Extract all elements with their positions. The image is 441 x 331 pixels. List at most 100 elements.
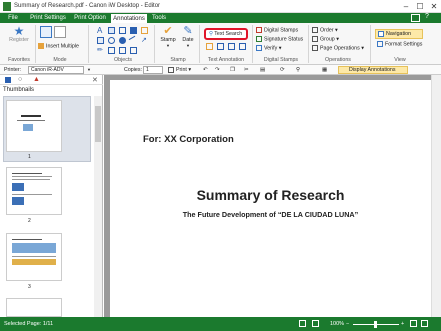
display-annotations-toggle[interactable]: Display Annotations — [338, 66, 408, 74]
thumb-line — [12, 194, 52, 195]
cut-icon[interactable]: ✂ — [244, 66, 248, 74]
thumbnail-page-3[interactable] — [6, 233, 62, 281]
comment-icon[interactable]: ○ — [18, 76, 22, 83]
thumb-line — [17, 120, 45, 121]
settings-icon[interactable] — [411, 14, 420, 22]
group-label-digital-stamps: Digital Stamps — [263, 57, 299, 63]
strikeout-text-icon[interactable] — [228, 43, 235, 50]
group-label-favorites: Favorites — [8, 57, 30, 63]
tab-print-option[interactable]: Print Option — [71, 13, 109, 23]
thumb-line — [12, 239, 42, 240]
copy-icon[interactable]: ❐ — [230, 66, 235, 74]
fit-width-icon[interactable] — [421, 320, 428, 327]
redo-icon[interactable]: ↷ — [215, 66, 219, 74]
select-mode-icon[interactable] — [40, 26, 52, 38]
stamp-button[interactable]: ✔ Stamp ▼ — [158, 25, 178, 48]
textbox-icon[interactable] — [108, 27, 115, 34]
divider — [88, 25, 89, 63]
format-settings-label: Format Settings — [385, 41, 423, 48]
divider — [35, 25, 36, 63]
format-settings-button[interactable]: Format Settings — [377, 41, 422, 47]
pen-icon[interactable]: ✏ — [97, 47, 104, 54]
order-icon — [312, 27, 318, 33]
image-icon[interactable] — [141, 27, 148, 34]
printer-select[interactable]: Canon iR-ADV — [28, 66, 84, 74]
group-label-view: View — [394, 57, 406, 63]
rotate-icon[interactable]: ⟳ — [280, 66, 284, 74]
signature-status-label: Signature Status — [264, 36, 304, 43]
document-page: For: XX Corporation Summary of Research … — [110, 80, 431, 317]
rectangle-icon[interactable] — [119, 27, 126, 34]
text-search-button[interactable]: ⚲ Text Search — [204, 28, 248, 40]
close-pane-icon[interactable]: ✕ — [92, 76, 98, 84]
filled-ellipse-icon[interactable] — [119, 37, 126, 44]
copies-field[interactable]: 1 — [143, 66, 163, 74]
arrow-icon[interactable]: ↗ — [141, 37, 148, 44]
highlight-icon[interactable] — [97, 37, 104, 44]
undo-icon[interactable]: ↶ — [203, 66, 207, 74]
signature-status-button[interactable]: Signature Status — [256, 36, 303, 42]
thumb-line — [12, 256, 56, 257]
thumbnail-scrollbar[interactable] — [94, 96, 102, 317]
zoom-slider-handle[interactable] — [374, 321, 377, 328]
view-options-icon[interactable]: ▦ — [322, 66, 327, 74]
close-button[interactable]: ✕ — [427, 0, 441, 13]
date-button[interactable]: ✎ Date ▼ — [180, 25, 196, 48]
tab-annotations[interactable]: Annotations — [110, 13, 148, 23]
help-icon[interactable]: ? — [425, 13, 429, 20]
text-note-icon[interactable] — [239, 43, 246, 50]
underline-text-icon[interactable] — [217, 43, 224, 50]
page-operations-icon — [312, 45, 318, 51]
zoom-in-icon[interactable]: + — [401, 321, 404, 327]
fit-page-icon[interactable] — [410, 320, 417, 327]
maximize-button[interactable]: ☐ — [413, 0, 427, 13]
zoom-icon[interactable]: ⚲ — [296, 66, 300, 74]
tab-print-settings[interactable]: Print Settings — [27, 13, 69, 23]
page-operations-button[interactable]: Page Operations ▾ — [312, 45, 364, 51]
scroll-thumb[interactable] — [95, 106, 101, 142]
navigation-button[interactable]: Navigation — [375, 29, 423, 39]
chevron-down-icon[interactable]: ▼ — [87, 66, 91, 74]
zoom-out-icon[interactable]: − — [346, 321, 349, 327]
divider — [370, 25, 371, 63]
insert-multiple-button[interactable]: Insert Multiple — [38, 43, 79, 49]
thumbnail-page-1[interactable] — [6, 100, 62, 152]
tab-tools[interactable]: Tools — [150, 13, 168, 23]
group-label: Group — [320, 36, 335, 43]
digital-stamps-button[interactable]: Digital Stamps — [256, 27, 298, 33]
register-button[interactable]: ★ Register — [8, 25, 30, 43]
chevron-down-icon: ▼ — [186, 43, 190, 48]
minimize-button[interactable]: – — [399, 0, 413, 13]
continuous-view-icon[interactable] — [312, 320, 319, 327]
highlight-text-icon[interactable] — [206, 43, 213, 50]
document-heading: Summary of Research — [196, 187, 345, 203]
print-button[interactable]: Print ▾ — [168, 66, 191, 74]
link-icon[interactable] — [119, 47, 126, 54]
order-button[interactable]: Order ▾ — [312, 27, 338, 33]
verify-button[interactable]: Verify ▾ — [256, 45, 281, 51]
group-label-text-annotation: Text Annotation — [207, 57, 245, 63]
copies-label: Copies: — [124, 67, 142, 73]
document-scrollbar[interactable] — [431, 75, 441, 317]
thumbnails-tab-icon[interactable] — [5, 77, 11, 83]
text-object-icon[interactable]: A — [97, 26, 102, 35]
group-button[interactable]: Group ▾ — [312, 36, 339, 42]
single-page-view-icon[interactable] — [299, 320, 306, 327]
thumbnail-page-2[interactable] — [6, 167, 62, 215]
menu-tabs: File Print Settings Print Option Annotat… — [0, 13, 441, 23]
bookmark-icon[interactable]: ▲ — [33, 76, 40, 83]
ellipse-icon[interactable] — [108, 37, 115, 44]
digital-stamps-label: Digital Stamps — [264, 27, 299, 34]
line-icon[interactable] — [128, 35, 139, 46]
polygon-icon[interactable] — [108, 47, 115, 54]
sticky-note-icon[interactable] — [130, 47, 137, 54]
title-bar: Summary of Research.pdf - Canon iW Deskt… — [0, 0, 441, 13]
paste-icon[interactable]: ▤ — [260, 66, 265, 74]
tab-file[interactable]: File — [3, 13, 23, 23]
thumbnail-page-4[interactable] — [6, 298, 62, 317]
for-line: For: XX Corporation — [143, 134, 234, 145]
group-label-objects: Objects — [114, 57, 132, 63]
status-bar: Selected Page: 1/11 100% − + — [0, 317, 441, 331]
filled-rect-icon[interactable] — [130, 27, 137, 34]
hand-mode-icon[interactable] — [54, 26, 66, 38]
